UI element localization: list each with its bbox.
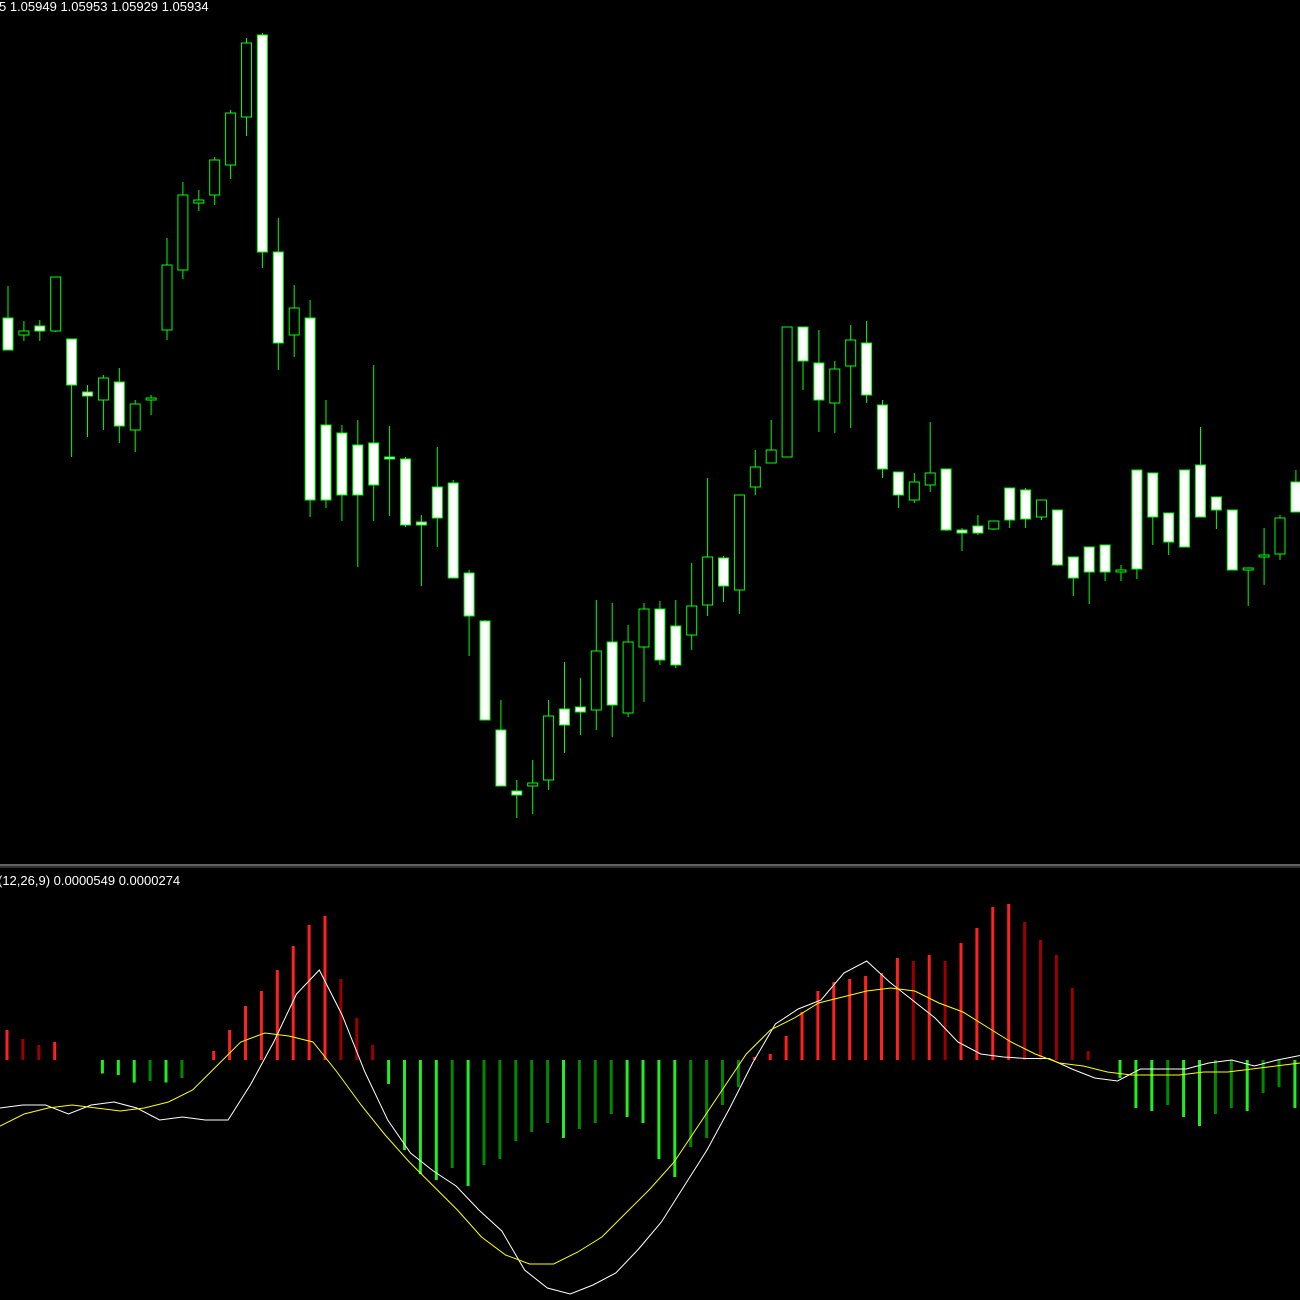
- candle-body: [256, 34, 268, 253]
- candle-body: [1147, 472, 1159, 518]
- candle-body: [1036, 499, 1047, 518]
- candle-body: [463, 572, 475, 617]
- candle-body: [574, 706, 586, 713]
- candle-body: [145, 397, 157, 401]
- candle-body: [845, 339, 857, 367]
- candle-body: [320, 424, 332, 501]
- candle-body: [1163, 512, 1175, 543]
- candle-body: [50, 276, 62, 332]
- candle-body: [1226, 509, 1238, 571]
- candle-body: [892, 471, 904, 496]
- trading-chart[interactable]: 5 1.05949 1.05953 1.05929 1.05934 (12,26…: [0, 0, 1300, 1300]
- candle-body: [988, 520, 1000, 530]
- candle-body: [638, 608, 650, 648]
- candle-body: [1131, 469, 1143, 570]
- candle-body: [749, 466, 761, 488]
- candle-body: [1083, 546, 1095, 573]
- candle-body: [956, 529, 968, 534]
- candle-body: [1258, 554, 1270, 558]
- candle-body: [241, 42, 252, 118]
- candle-body: [590, 650, 602, 711]
- price-readout: 5 1.05949 1.05953 1.05929 1.05934: [0, 0, 209, 14]
- candle-body: [336, 432, 348, 496]
- candle-body: [813, 362, 825, 401]
- candle-body: [908, 481, 920, 501]
- candle-body: [1115, 569, 1127, 573]
- chart-background: [0, 0, 1300, 1300]
- candle-body: [193, 199, 205, 204]
- candle-body: [97, 377, 109, 401]
- candle-body: [34, 325, 46, 332]
- candle-body: [1051, 509, 1063, 566]
- candle-body: [161, 264, 173, 331]
- candle-body: [225, 112, 237, 166]
- candle-body: [479, 620, 491, 721]
- candle-body: [272, 251, 284, 344]
- candle-body: [82, 391, 93, 397]
- candle-body: [2, 317, 14, 351]
- candle-body: [877, 404, 888, 470]
- candle-body: [384, 456, 396, 460]
- candle-body: [622, 641, 634, 714]
- candle-body: [718, 557, 729, 587]
- candle-body: [1274, 517, 1286, 555]
- candle-body: [1210, 496, 1222, 511]
- candle-body: [686, 605, 698, 636]
- candle-body: [66, 338, 78, 386]
- candle-body: [670, 625, 682, 666]
- candle-body: [431, 486, 443, 519]
- candle-body: [559, 708, 570, 726]
- candle-body: [1290, 481, 1300, 513]
- candle-body: [733, 494, 745, 591]
- candle-body: [304, 317, 316, 501]
- candle-body: [415, 521, 427, 526]
- candle-body: [829, 368, 841, 404]
- candle-body: [209, 159, 221, 196]
- candle-body: [781, 326, 793, 458]
- candle-body: [543, 715, 555, 781]
- candle-body: [972, 525, 984, 534]
- candle-body: [352, 444, 364, 496]
- indicator-readout: (12,26,9) 0.0000549 0.0000274: [0, 873, 180, 888]
- candle-body: [18, 330, 30, 336]
- candle-body: [129, 403, 141, 431]
- candle-body: [861, 342, 873, 396]
- candle-body: [765, 449, 777, 464]
- candle-body: [1179, 469, 1191, 548]
- candle-body: [654, 608, 666, 661]
- candle-body: [924, 472, 936, 486]
- candle-body: [606, 641, 618, 706]
- candle-body: [1195, 464, 1206, 518]
- candle-body: [1067, 556, 1079, 579]
- candle-body: [1099, 544, 1111, 573]
- candle-body: [400, 458, 411, 526]
- candle-body: [702, 556, 714, 606]
- candle-body: [1242, 567, 1254, 571]
- candle-body: [368, 442, 380, 486]
- candle-body: [1020, 489, 1032, 520]
- candle-body: [113, 381, 125, 427]
- candle-body: [797, 326, 809, 362]
- candle-body: [527, 782, 539, 787]
- candle-body: [511, 790, 523, 796]
- candle-body: [495, 729, 507, 787]
- candle-body: [447, 482, 459, 579]
- candle-body: [1004, 487, 1016, 521]
- candle-body: [177, 194, 189, 271]
- candle-body: [288, 307, 300, 336]
- candle-body: [940, 468, 952, 531]
